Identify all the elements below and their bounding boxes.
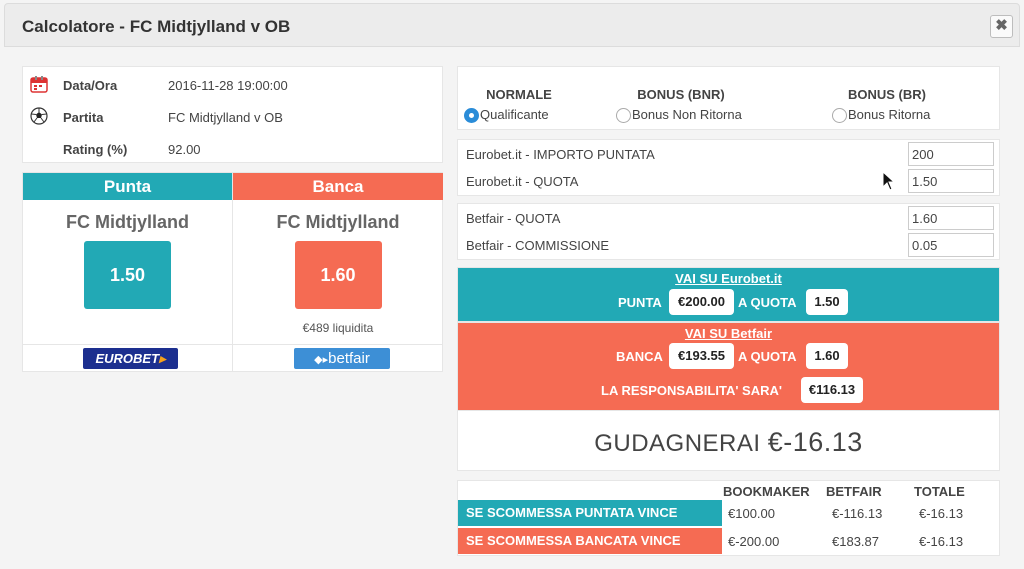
bookmaker-odds-input[interactable]: 1.50: [908, 169, 994, 193]
back-odds-pill: 1.50: [806, 289, 848, 315]
radio-bonus-ritorna-label: Bonus Ritorna: [848, 107, 931, 122]
cell-bookmaker: €100.00: [728, 506, 775, 521]
eurobet-logo[interactable]: EUROBET▸: [83, 348, 178, 369]
close-icon: ✖: [995, 17, 1008, 34]
exchange-odds-input[interactable]: 1.60: [908, 206, 994, 230]
col-header-betfair: BETFAIR: [826, 484, 882, 499]
mode-br[interactable]: BONUS (BR) Bonus Ritorna: [832, 87, 942, 123]
exchange-odds-row: Betfair - QUOTA 1.60: [458, 206, 999, 230]
info-row-date: Data/Ora 2016-11-28 19:00:00: [23, 75, 442, 95]
mode-br-title: BONUS (BR): [848, 87, 926, 102]
event-info-panel: Data/Ora 2016-11-28 19:00:00 Partita FC …: [22, 66, 443, 163]
lay-at-odds-label: A QUOTA: [738, 349, 797, 364]
close-button[interactable]: ✖: [990, 15, 1013, 38]
rating-value: 92.00: [168, 142, 201, 157]
odds-panel: Punta FC Midtjylland 1.50 EUROBET▸ Banca…: [22, 172, 443, 372]
info-row-rating: Rating (%) 92.00: [23, 139, 442, 159]
lay-odds-pill: 1.60: [806, 343, 848, 369]
cell-betfair: €183.87: [832, 534, 879, 549]
back-instruction: VAI SU Eurobet.it PUNTA €200.00 A QUOTA …: [457, 267, 1000, 322]
rating-label: Rating (%): [63, 142, 128, 157]
mode-br-option[interactable]: Bonus Ritorna: [832, 107, 942, 123]
goto-eurobet-link[interactable]: VAI SU Eurobet.it: [458, 271, 999, 286]
profit-text: GUDAGNERAI €-16.13: [458, 427, 999, 458]
lay-header: Banca: [233, 173, 443, 200]
bookmaker-odds-row: Eurobet.it - QUOTA 1.50: [458, 169, 999, 193]
mode-normal-title: NORMALE: [486, 87, 552, 102]
lay-column: Banca FC Midtjylland 1.60 €489 liquidita…: [233, 173, 443, 371]
modal-header: Calcolatore - FC Midtjylland v OB ✖: [4, 3, 1020, 47]
liquidity-text: €489 liquidita: [302, 321, 374, 335]
commission-input[interactable]: 0.05: [908, 233, 994, 257]
mode-normal-option[interactable]: Qualificante: [464, 107, 574, 123]
mode-bnr-title: BONUS (BNR): [637, 87, 725, 102]
stake-input[interactable]: 200: [908, 142, 994, 166]
radio-qualificante-label: Qualificante: [480, 107, 549, 122]
row-label: SE SCOMMESSA PUNTATA VINCE: [458, 500, 722, 526]
modal-title: Calcolatore - FC Midtjylland v OB: [22, 17, 291, 36]
lay-logo-row: ◆▸betfair: [233, 344, 443, 371]
back-action-label: PUNTA: [618, 295, 662, 310]
radio-bonus-ritorna[interactable]: [832, 108, 847, 123]
table-row: SE SCOMMESSA PUNTATA VINCE €100.00 €-116…: [458, 500, 999, 526]
mode-bnr-option[interactable]: Bonus Non Ritorna: [616, 107, 746, 123]
col-header-bookmaker: BOOKMAKER: [723, 484, 810, 499]
exchange-form: Betfair - QUOTA 1.60 Betfair - COMMISSIO…: [457, 203, 1000, 260]
radio-bonus-non-ritorna-label: Bonus Non Ritorna: [632, 107, 742, 122]
lay-amount-pill: €193.55: [669, 343, 734, 369]
liability-row: LA RESPONSABILITA' SARA' €116.13: [458, 377, 999, 403]
profit-panel: GUDAGNERAI €-16.13: [457, 411, 1000, 471]
date-label: Data/Ora: [63, 78, 118, 93]
stake-row: Eurobet.it - IMPORTO PUNTATA 200: [458, 142, 999, 166]
back-column: Punta FC Midtjylland 1.50 EUROBET▸: [23, 173, 233, 371]
match-value: FC Midtjylland v OB: [168, 110, 283, 125]
table-row: SE SCOMMESSA BANCATA VINCE €-200.00 €183…: [458, 528, 999, 554]
cell-total: €-16.13: [919, 506, 964, 521]
liability-pill: €116.13: [801, 377, 863, 403]
commission-row: Betfair - COMMISSIONE 0.05: [458, 233, 999, 257]
back-instruction-row: PUNTA €200.00 A QUOTA 1.50: [458, 289, 999, 315]
stake-label: Eurobet.it - IMPORTO PUNTATA: [466, 147, 655, 162]
col-header-total: TOTALE: [914, 484, 965, 499]
mode-normal[interactable]: NORMALE Qualificante: [464, 87, 574, 123]
radio-bonus-non-ritorna[interactable]: [616, 108, 631, 123]
calendar-icon: [30, 76, 48, 93]
bookmaker-form: Eurobet.it - IMPORTO PUNTATA 200 Eurobet…: [457, 139, 1000, 196]
betfair-logo-text: betfair: [328, 350, 370, 367]
back-at-odds-label: A QUOTA: [738, 295, 797, 310]
betfair-logo[interactable]: ◆▸betfair: [294, 348, 390, 369]
profit-label: GUDAGNERAI: [594, 430, 761, 457]
back-amount-pill: €200.00: [669, 289, 734, 315]
lay-action-label: BANCA: [616, 349, 663, 364]
lay-team-name: FC Midtjylland: [276, 212, 400, 232]
back-team-name: FC Midtjylland: [66, 212, 189, 232]
back-logo-row: EUROBET▸: [23, 344, 232, 371]
outcome-table: BOOKMAKER BETFAIR TOTALE SE SCOMMESSA PU…: [457, 480, 1000, 556]
mode-selector: NORMALE Qualificante BONUS (BNR) Bonus N…: [457, 66, 1000, 130]
lay-instruction-row: BANCA €193.55 A QUOTA 1.60: [458, 343, 999, 369]
back-odds-box[interactable]: 1.50: [84, 241, 171, 309]
mode-bnr[interactable]: BONUS (BNR) Bonus Non Ritorna: [616, 87, 746, 123]
soccer-ball-icon: [30, 107, 48, 125]
date-value: 2016-11-28 19:00:00: [168, 78, 288, 93]
bookmaker-odds-label: Eurobet.it - QUOTA: [466, 174, 579, 189]
match-label: Partita: [63, 110, 104, 125]
liability-label: LA RESPONSABILITA' SARA': [601, 383, 782, 398]
commission-label: Betfair - COMMISSIONE: [466, 238, 610, 253]
profit-amount: €-16.13: [767, 427, 863, 457]
exchange-odds-label: Betfair - QUOTA: [466, 211, 561, 226]
cell-total: €-16.13: [919, 534, 964, 549]
mouse-cursor-icon: [882, 171, 896, 191]
radio-qualificante[interactable]: [464, 108, 479, 123]
lay-instruction: VAI SU Betfair BANCA €193.55 A QUOTA 1.6…: [457, 322, 1000, 411]
eurobet-logo-text: EUROBET: [95, 351, 160, 366]
lay-odds-box[interactable]: 1.60: [294, 241, 382, 309]
back-header: Punta: [23, 173, 232, 200]
goto-betfair-link[interactable]: VAI SU Betfair: [458, 326, 999, 341]
cell-bookmaker: €-200.00: [728, 534, 780, 549]
row-label: SE SCOMMESSA BANCATA VINCE: [458, 528, 722, 554]
cell-betfair: €-116.13: [832, 506, 883, 521]
info-row-match: Partita FC Midtjylland v OB: [23, 107, 442, 127]
